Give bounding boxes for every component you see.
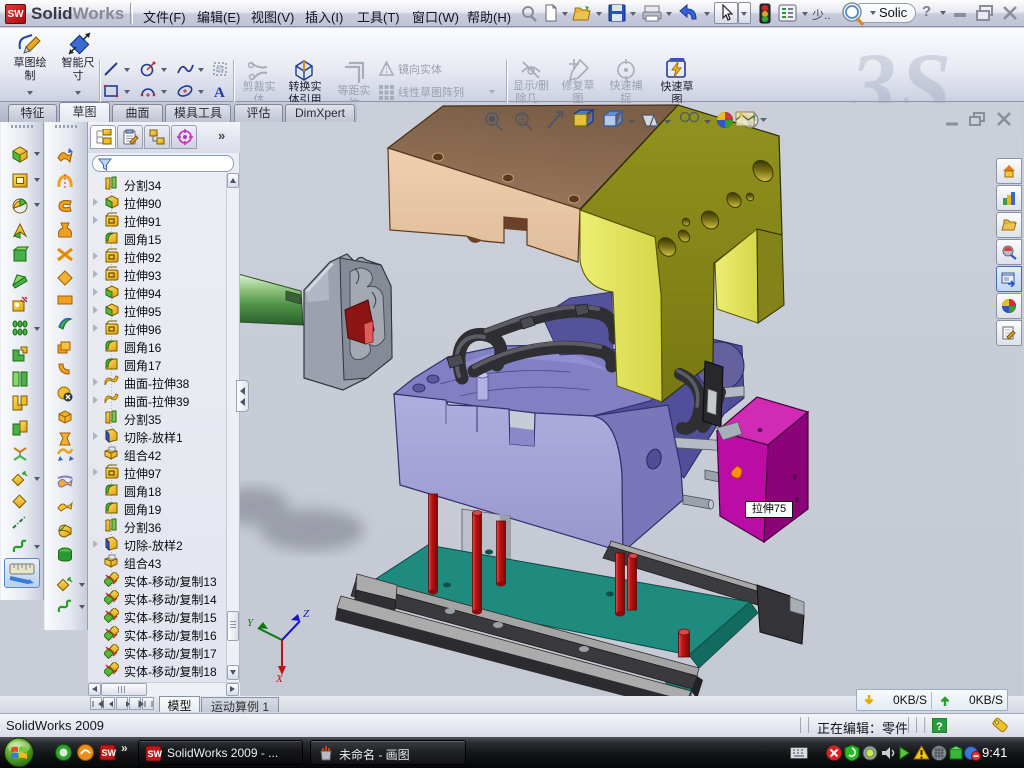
svg-text:A: A: [214, 85, 225, 99]
svg-text:Y: Y: [247, 617, 255, 629]
svg-text:SW: SW: [148, 749, 163, 759]
svg-text:Z: Z: [303, 608, 310, 620]
svg-text:X: X: [275, 673, 284, 685]
svg-text:SW: SW: [102, 748, 117, 758]
svg-text:?: ?: [936, 721, 943, 733]
